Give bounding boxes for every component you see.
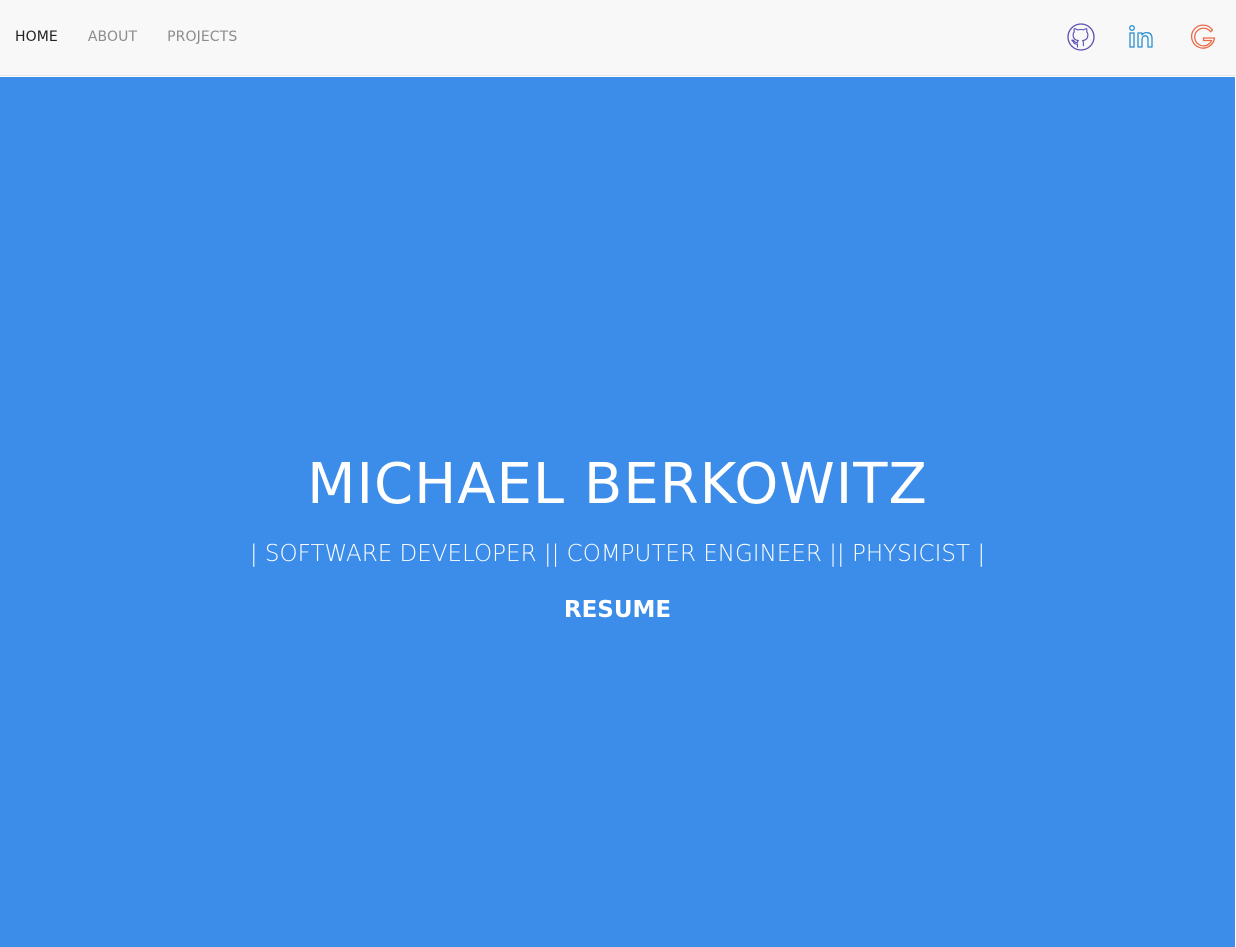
github-icon[interactable]	[1066, 22, 1096, 52]
resume-link[interactable]: RESUME	[0, 597, 1235, 623]
nav-projects-link[interactable]: PROJECTS	[167, 29, 237, 45]
hero-tagline: | SOFTWARE DEVELOPER || COMPUTER ENGINEE…	[249, 541, 986, 567]
google-icon[interactable]	[1188, 22, 1218, 52]
social-links	[1035, 0, 1218, 74]
navbar: HOME ABOUT PROJECTS	[0, 0, 1236, 76]
nav-links: HOME ABOUT PROJECTS	[15, 0, 267, 74]
nav-about-link[interactable]: ABOUT	[88, 29, 137, 45]
nav-home-link[interactable]: HOME	[15, 29, 58, 45]
hero-section: MICHAEL BERKOWITZ | SOFTWARE DEVELOPER |…	[0, 77, 1235, 947]
linkedin-icon[interactable]	[1127, 22, 1157, 52]
hero-name: MICHAEL BERKOWITZ	[307, 452, 928, 517]
